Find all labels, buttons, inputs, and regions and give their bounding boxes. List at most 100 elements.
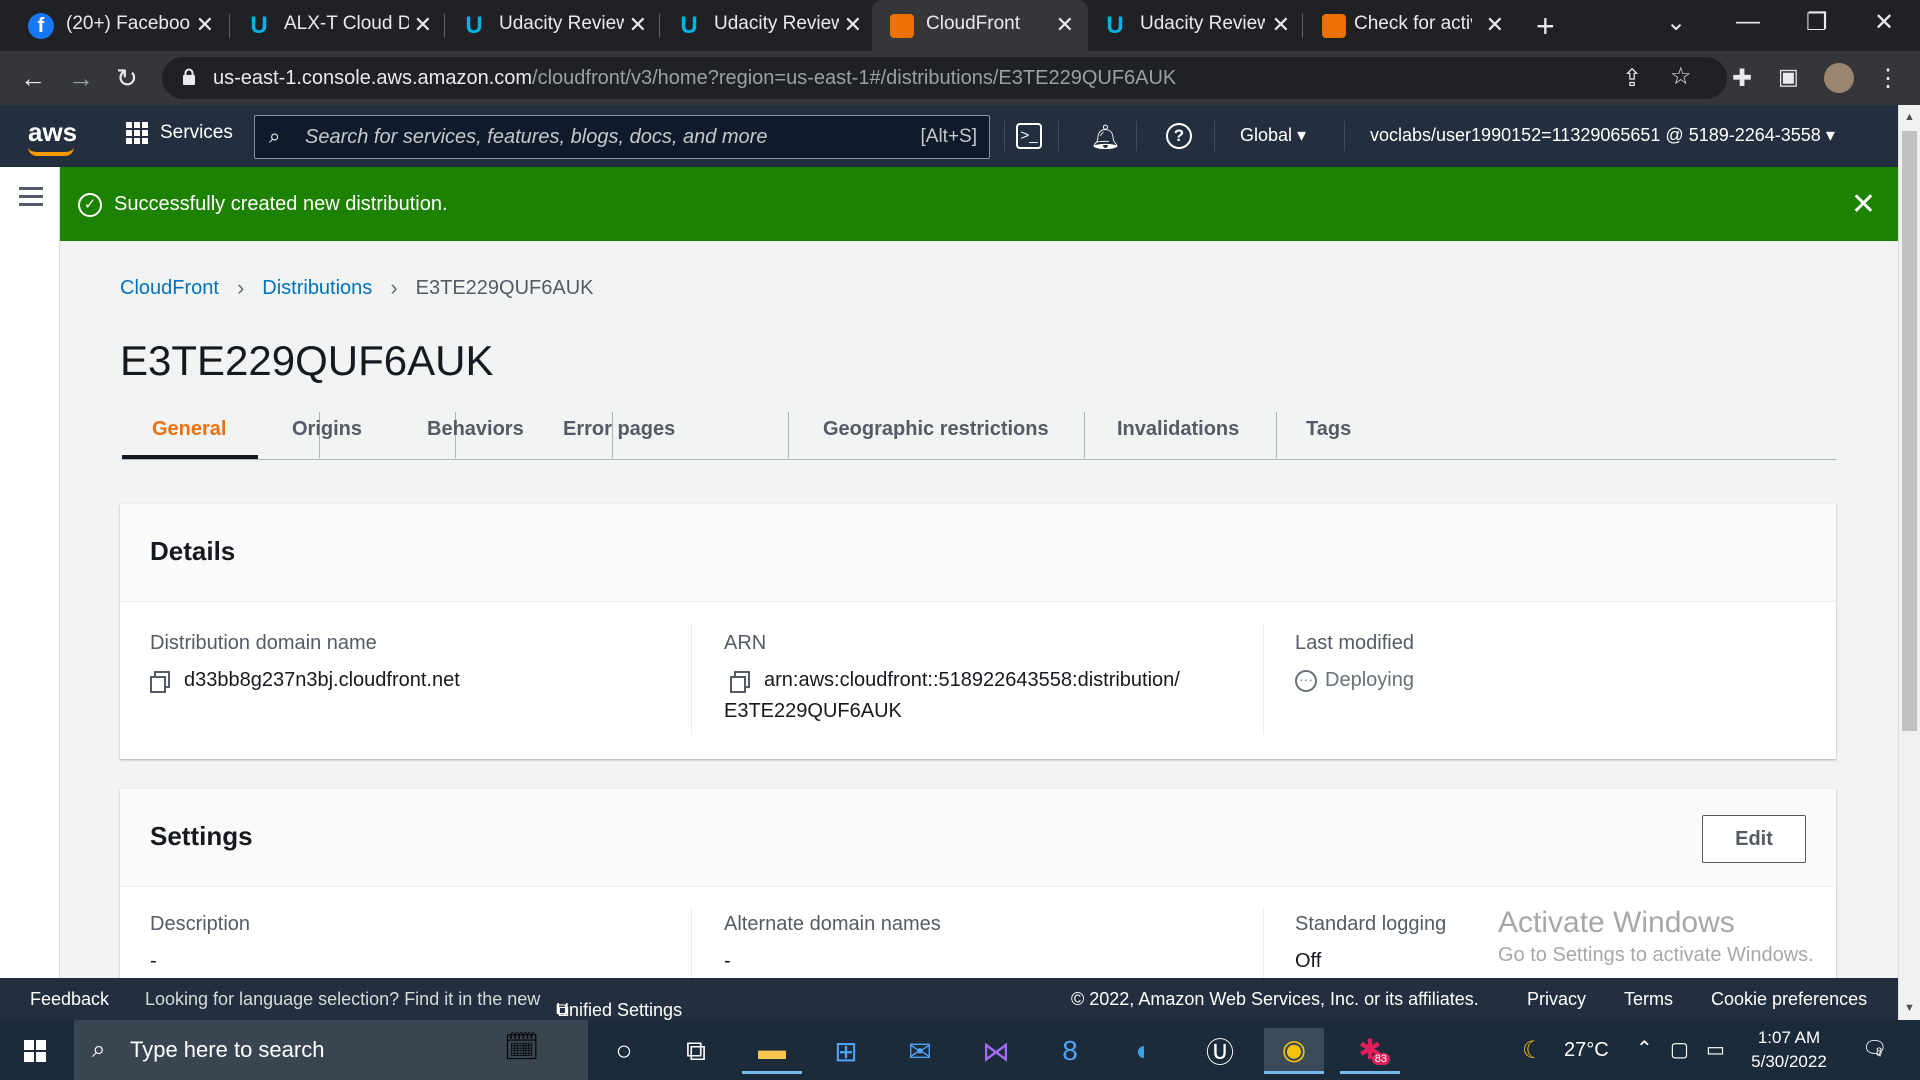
- windows-start-icon[interactable]: [24, 1040, 46, 1062]
- dismiss-flash-button[interactable]: ✕: [1851, 187, 1876, 222]
- extensions-icon[interactable]: ✚: [1732, 64, 1752, 93]
- main-content: CloudFront › Distributions › E3TE229QUF6…: [60, 241, 1898, 978]
- column-divider: [1263, 907, 1264, 978]
- udacity-icon: U: [250, 12, 268, 39]
- notification-center-icon[interactable]: 🗨︎ 8: [1862, 1036, 1887, 1061]
- scrollbar-thumb[interactable]: [1902, 131, 1917, 731]
- terms-link[interactable]: Terms: [1624, 989, 1673, 1010]
- breadcrumb-distributions[interactable]: Distributions: [262, 277, 372, 300]
- task-view-icon[interactable]: ⧉: [666, 1028, 726, 1074]
- browser-tab[interactable]: U Udacity Review ✕: [648, 0, 876, 51]
- watermark-subtitle: Go to Settings to activate Windows.: [1498, 944, 1814, 966]
- browser-tab[interactable]: f (20+) Facebook ✕: [0, 0, 228, 51]
- clock-date: 5/30/2022: [1751, 1052, 1827, 1071]
- account-menu[interactable]: voclabs/user1990152=11329065651 @ 5189-2…: [1370, 125, 1835, 146]
- tab-search-icon[interactable]: ⌄: [1666, 8, 1686, 37]
- standard-logging-label: Standard logging: [1295, 913, 1447, 935]
- aws-logo[interactable]: aws: [28, 117, 77, 148]
- visual-studio-icon[interactable]: ⋈: [966, 1028, 1026, 1074]
- side-panel-icon[interactable]: ▣: [1778, 64, 1799, 90]
- browser-tab[interactable]: U Udacity Review ✕: [1088, 0, 1304, 51]
- cloudshell-icon[interactable]: >_: [1016, 123, 1042, 149]
- browser-tab[interactable]: U Udacity Review ✕: [433, 0, 661, 51]
- unreal-engine-icon[interactable]: Ⓤ: [1190, 1028, 1250, 1074]
- close-icon[interactable]: ✕: [196, 12, 214, 38]
- chrome-icon[interactable]: ◉: [1264, 1028, 1324, 1074]
- edit-settings-button[interactable]: Edit: [1702, 815, 1806, 863]
- close-icon[interactable]: ✕: [1486, 12, 1504, 38]
- minimize-button[interactable]: —: [1736, 8, 1760, 36]
- microsoft-store-icon[interactable]: ⊞: [816, 1028, 876, 1074]
- notification-count: 8: [1876, 1046, 1883, 1058]
- back-button[interactable]: ←: [20, 63, 46, 94]
- profile-avatar[interactable]: [1824, 63, 1854, 93]
- bookmark-star-icon[interactable]: ☆: [1670, 62, 1692, 91]
- close-icon[interactable]: ✕: [629, 12, 647, 38]
- cortana-icon[interactable]: ○: [594, 1028, 654, 1074]
- aws-search-input[interactable]: [305, 122, 885, 152]
- url-text: us-east-1.console.aws.amazon.com/cloudfr…: [213, 67, 1176, 90]
- feedback-link[interactable]: Feedback: [30, 989, 109, 1010]
- scroll-down-arrow-icon[interactable]: ▼: [1904, 1002, 1915, 1014]
- new-tab-button[interactable]: +: [1536, 8, 1555, 45]
- chevron-up-icon[interactable]: ⌃: [1636, 1036, 1653, 1061]
- cookie-preferences-link[interactable]: Cookie preferences: [1711, 989, 1867, 1010]
- notifications-bell-icon[interactable]: 🔔︎: [1090, 123, 1120, 152]
- details-panel: Details Distribution domain name d33bb8g…: [120, 504, 1836, 759]
- region-selector[interactable]: Global ▾: [1240, 125, 1306, 146]
- lock-icon: [183, 68, 195, 85]
- browser-tab-title: ALX-T Cloud D: [284, 13, 409, 34]
- tab-general[interactable]: General: [152, 418, 226, 441]
- breadcrumb-cloudfront[interactable]: CloudFront: [120, 277, 219, 300]
- taskbar-search-input[interactable]: [130, 1034, 510, 1066]
- weather-moon-icon[interactable]: ☾: [1522, 1036, 1544, 1065]
- taskbar-search-box[interactable]: ⌕ 🗓︎: [74, 1020, 588, 1080]
- close-icon[interactable]: ✕: [1056, 12, 1074, 38]
- mail-icon[interactable]: ✉: [890, 1028, 950, 1074]
- arn-field: ARN arn:aws:cloudfront::518922643558:dis…: [724, 632, 1180, 723]
- side-navigation-collapsed: [0, 167, 60, 978]
- help-icon[interactable]: ?: [1166, 123, 1192, 149]
- browser-tab[interactable]: Check for activ ✕: [1302, 0, 1518, 51]
- tab-origins[interactable]: Origins: [292, 418, 362, 441]
- url-host: us-east-1.console.aws.amazon.com: [213, 67, 533, 89]
- aws-footer: Feedback Looking for language selection?…: [0, 978, 1898, 1020]
- address-bar[interactable]: us-east-1.console.aws.amazon.com/cloudfr…: [162, 57, 1727, 99]
- temperature[interactable]: 27°C: [1564, 1039, 1609, 1062]
- tab-error-pages[interactable]: Error pages: [563, 418, 675, 441]
- file-explorer-icon[interactable]: ▬: [742, 1028, 802, 1074]
- tab-invalidations[interactable]: Invalidations: [1117, 418, 1239, 441]
- reload-button[interactable]: ↻: [116, 63, 138, 94]
- copy-icon[interactable]: [150, 671, 170, 693]
- close-icon[interactable]: ✕: [844, 12, 862, 38]
- app-8-icon[interactable]: 8: [1040, 1028, 1100, 1074]
- restore-button[interactable]: ❐: [1806, 8, 1828, 37]
- close-icon[interactable]: ✕: [1272, 12, 1290, 38]
- hamburger-menu-icon[interactable]: [19, 187, 43, 211]
- details-title: Details: [150, 536, 236, 566]
- browser-tab[interactable]: U ALX-T Cloud D ✕: [218, 0, 446, 51]
- page-scrollbar[interactable]: ▲ ▼: [1898, 105, 1920, 1020]
- aws-console-nav: aws Services ⌕ [Alt+S] >_ 🔔︎ ? Global ▾ …: [0, 105, 1898, 167]
- scroll-up-arrow-icon[interactable]: ▲: [1904, 111, 1915, 123]
- meet-now-icon[interactable]: ▢: [1670, 1037, 1689, 1062]
- forward-button[interactable]: →: [68, 63, 94, 94]
- external-link-icon: ⧉: [556, 1000, 569, 1020]
- menu-kebab-icon[interactable]: ⋮: [1876, 64, 1900, 93]
- close-window-button[interactable]: ✕: [1874, 8, 1894, 37]
- tab-behaviors[interactable]: Behaviors: [427, 418, 524, 441]
- tab-tags[interactable]: Tags: [1306, 418, 1351, 441]
- close-icon[interactable]: ✕: [414, 12, 432, 38]
- copy-icon[interactable]: [730, 671, 750, 693]
- battery-icon[interactable]: ▭: [1706, 1037, 1725, 1062]
- services-menu-button[interactable]: Services: [126, 122, 233, 144]
- edge-icon[interactable]: ◐: [1114, 1028, 1174, 1074]
- slack-icon[interactable]: ✱ 83: [1340, 1028, 1400, 1074]
- slack-badge: 83: [1371, 1053, 1390, 1065]
- tab-geographic-restrictions[interactable]: Geographic restrictions: [823, 418, 1049, 441]
- aws-search-box[interactable]: ⌕ [Alt+S]: [254, 115, 990, 159]
- privacy-link[interactable]: Privacy: [1527, 989, 1586, 1010]
- browser-tab-active[interactable]: CloudFront ✕: [872, 0, 1088, 51]
- taskbar-clock[interactable]: 1:07 AM 5/30/2022: [1734, 1026, 1844, 1074]
- share-icon[interactable]: ⇪: [1622, 64, 1642, 93]
